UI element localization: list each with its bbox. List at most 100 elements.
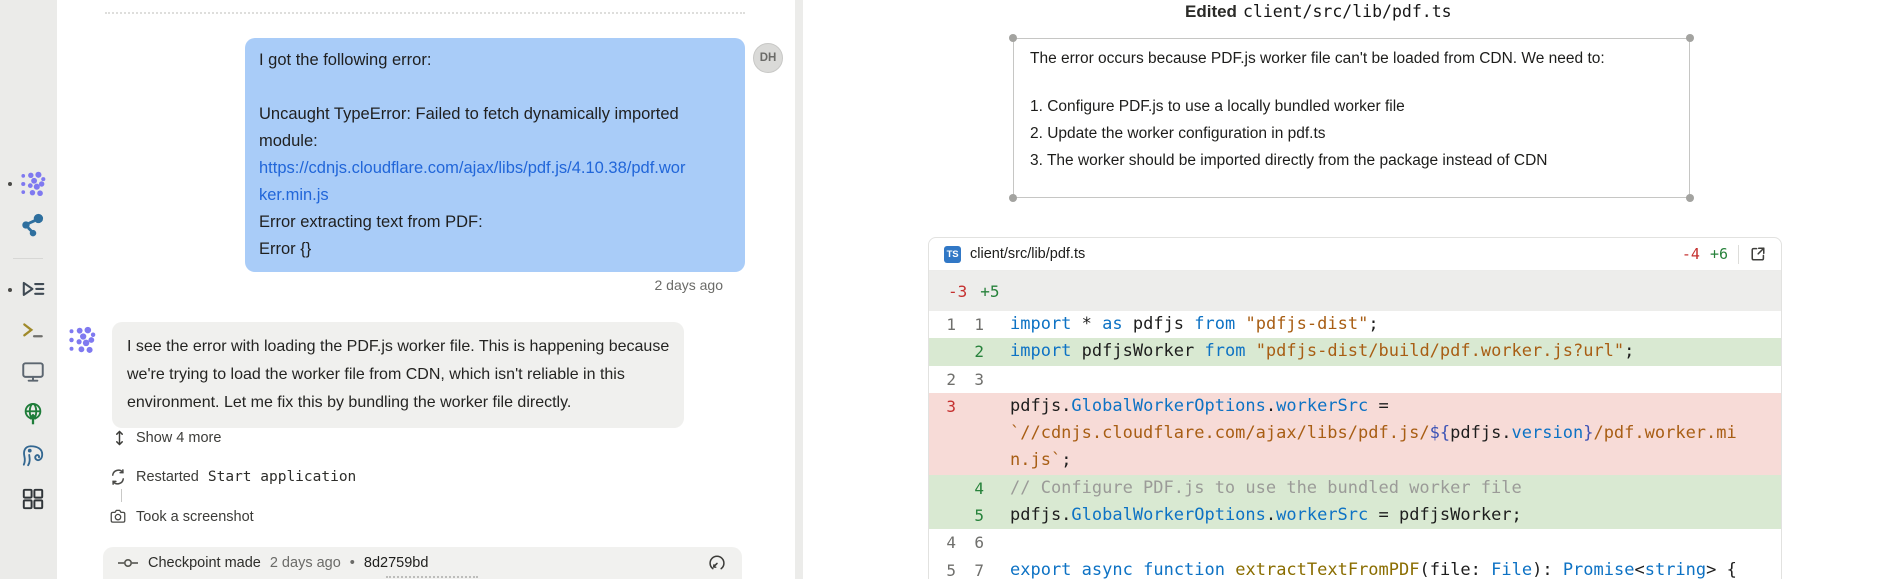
note-intro: The error occurs because PDF.js worker f… xyxy=(1030,50,1673,68)
restart-icon xyxy=(109,468,127,486)
next-item-dotted-edge xyxy=(386,576,478,578)
diff-line-context: 57export async function extractTextFromP… xyxy=(929,557,1781,579)
typescript-file-icon: TS xyxy=(944,246,961,263)
diff-header: TS client/src/lib/pdf.ts -4 +6 xyxy=(929,238,1781,271)
sidebar-item-assistant[interactable] xyxy=(20,212,46,238)
show-more-button[interactable]: Show 4 more xyxy=(112,428,221,448)
user-message-line: Error extracting text from PDF: xyxy=(259,209,731,236)
old-line-number xyxy=(929,447,956,474)
open-external-icon[interactable] xyxy=(1749,245,1767,263)
diff-line-removed: n.js`; xyxy=(929,447,1781,474)
sidebar-item-deploy[interactable] xyxy=(20,401,46,427)
restarted-label: Restarted xyxy=(136,469,199,485)
sidebar-item-shell[interactable] xyxy=(20,318,46,344)
hunk-removed-count: -3 xyxy=(948,282,967,301)
diff-line-added: 2import pdfjsWorker from "pdfjs-dist/bui… xyxy=(929,338,1781,365)
panel-divider[interactable] xyxy=(795,0,803,579)
note-list-item: 2. Update the worker configuration in pd… xyxy=(1030,120,1673,147)
checkpoint-bar: Checkpoint made 2 days ago • 8d2759bd xyxy=(103,547,742,579)
user-message-line: Uncaught TypeError: Failed to fetch dyna… xyxy=(259,101,731,128)
user-message-bubble: I got the following error: Uncaught Type… xyxy=(245,38,745,272)
user-message-line: Error {} xyxy=(259,236,731,263)
code-line-content: import * as pdfjs from "pdfjs-dist"; xyxy=(984,311,1379,338)
removed-lines-count: -4 xyxy=(1682,245,1700,263)
screenshot-label: Took a screenshot xyxy=(136,509,254,525)
old-line-number xyxy=(929,502,956,529)
commit-icon xyxy=(117,557,139,569)
selection-handle-bottom-right[interactable] xyxy=(1686,194,1694,202)
edited-file-path: client/src/lib/pdf.ts xyxy=(1243,2,1452,21)
old-line-number: 3 xyxy=(929,393,956,420)
selection-handle-bottom-left[interactable] xyxy=(1009,194,1017,202)
code-line-content: import pdfjsWorker from "pdfjs-dist/buil… xyxy=(984,338,1634,365)
error-url-link[interactable]: ker.min.js xyxy=(259,182,731,209)
postgresql-icon xyxy=(20,443,46,469)
show-more-label: Show 4 more xyxy=(136,430,221,446)
action-connector-line xyxy=(121,489,122,502)
camera-icon xyxy=(109,508,127,525)
sidebar-item-all-tools[interactable] xyxy=(20,486,46,512)
new-line-number: 3 xyxy=(956,366,984,393)
agent-icon xyxy=(20,171,46,197)
selection-handle-top-left[interactable] xyxy=(1009,34,1017,42)
new-line-number: 4 xyxy=(956,475,984,502)
globe-deploy-icon xyxy=(20,401,46,427)
new-line-number: 2 xyxy=(956,338,984,365)
agent-message-line: environment. Let me fix this by bundling… xyxy=(127,389,669,417)
diff-line-context: 46 xyxy=(929,529,1781,556)
error-url-link[interactable]: https://cdnjs.cloudflare.com/ajax/libs/p… xyxy=(259,155,731,182)
note-list-item: 3. The worker should be imported directl… xyxy=(1030,147,1673,174)
old-line-number: 4 xyxy=(929,529,956,556)
old-line-number xyxy=(929,338,956,365)
header-separator xyxy=(1738,245,1739,264)
new-line-number: 7 xyxy=(956,557,984,579)
added-lines-count: +6 xyxy=(1710,245,1728,263)
code-line-content: pdfjs.GlobalWorkerOptions.workerSrc = xyxy=(984,393,1389,420)
terminal-icon xyxy=(20,318,46,344)
sidebar-item-database[interactable] xyxy=(20,443,46,469)
diff-hunk-header: -3 +5 xyxy=(929,271,1781,311)
old-line-number: 2 xyxy=(929,366,956,393)
diff-code-area[interactable]: 11import * as pdfjs from "pdfjs-dist";2i… xyxy=(929,311,1781,579)
collapsed-history-divider xyxy=(105,12,745,14)
workflows-notification-dot xyxy=(8,288,12,292)
old-line-number: 5 xyxy=(929,557,956,579)
diff-file-path: client/src/lib/pdf.ts xyxy=(970,246,1085,262)
restarted-action-row[interactable]: Restarted Start application xyxy=(109,468,356,486)
agent-notification-dot xyxy=(8,182,12,186)
new-line-number xyxy=(956,420,984,447)
code-line-content: pdfjs.GlobalWorkerOptions.workerSrc = pd… xyxy=(984,502,1522,529)
new-line-number: 1 xyxy=(956,311,984,338)
restarted-workflow-name: Start application xyxy=(208,469,356,485)
diff-line-context: 11import * as pdfjs from "pdfjs-dist"; xyxy=(929,311,1781,338)
diff-line-added: 4// Configure PDF.js to use the bundled … xyxy=(929,475,1781,502)
old-line-number: 1 xyxy=(929,311,956,338)
agent-avatar-icon xyxy=(68,326,96,354)
new-line-number: 6 xyxy=(956,529,984,556)
workflows-icon xyxy=(20,277,46,303)
diff-line-context: 23 xyxy=(929,366,1781,393)
checkpoint-hash: 8d2759bd xyxy=(364,555,429,571)
edit-action-label: Edited xyxy=(1185,2,1237,21)
tool-rail xyxy=(0,0,57,579)
code-line-content: export async function extractTextFromPDF… xyxy=(984,557,1737,579)
code-line-content: n.js`; xyxy=(984,447,1071,474)
new-line-number xyxy=(956,393,984,420)
monitor-icon xyxy=(20,359,46,385)
hunk-added-count: +5 xyxy=(980,282,999,301)
user-message-line: module: xyxy=(259,128,731,155)
rollback-button[interactable] xyxy=(706,553,728,573)
sidebar-item-agent[interactable] xyxy=(20,171,46,197)
screenshot-action-row[interactable]: Took a screenshot xyxy=(109,508,254,525)
app-window: I got the following error: Uncaught Type… xyxy=(0,0,1904,579)
old-line-number xyxy=(929,475,956,502)
user-message-blank-line xyxy=(259,74,731,101)
sidebar-item-workflows[interactable] xyxy=(20,277,46,303)
checkpoint-time: 2 days ago xyxy=(270,555,341,571)
sidebar-item-output[interactable] xyxy=(20,359,46,385)
old-line-number xyxy=(929,420,956,447)
annotation-note-box[interactable]: The error occurs because PDF.js worker f… xyxy=(1013,38,1690,198)
agent-message-line: I see the error with loading the PDF.js … xyxy=(127,333,669,361)
code-line-content: // Configure PDF.js to use the bundled w… xyxy=(984,475,1522,502)
selection-handle-top-right[interactable] xyxy=(1686,34,1694,42)
